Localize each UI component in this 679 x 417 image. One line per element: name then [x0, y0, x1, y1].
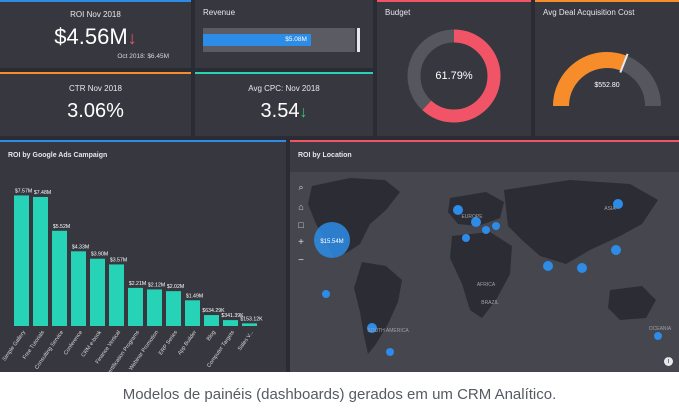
- campaign-bar[interactable]: [71, 251, 86, 326]
- campaign-bar-value-label: $4.33M: [72, 244, 89, 250]
- campaign-bar-value-label: $153.12K: [240, 316, 263, 322]
- location-bubble: [322, 290, 330, 298]
- crop-icon[interactable]: □: [294, 218, 308, 232]
- campaign-bar-value-label: $2.02M: [167, 284, 184, 290]
- ctr-tile[interactable]: CTR Nov 2018 3.06%: [0, 72, 191, 136]
- campaign-bar[interactable]: [33, 196, 48, 326]
- campaign-bar-value-label: $3.57M: [110, 257, 127, 263]
- campaign-bar-value-label: $1.49M: [186, 293, 203, 299]
- campaign-category-label: Sales V...: [237, 329, 255, 352]
- revenue-target-marker: [357, 28, 360, 52]
- location-bubble: [492, 222, 500, 230]
- campaign-bar[interactable]: [128, 287, 143, 326]
- campaign-bar-value-label: $7.48M: [34, 190, 51, 196]
- image-caption: Modelos de painéis (dashboards) gerados …: [122, 386, 557, 403]
- ctr-accent: [0, 72, 191, 74]
- campaign-bar-value-label: $5.52M: [53, 224, 70, 230]
- location-bubble: [611, 245, 621, 255]
- map-label-oceania: OCEANIA: [649, 326, 672, 332]
- map-label-brazil: BRAZIL: [481, 300, 499, 306]
- arrow-down-icon: ↓: [299, 104, 308, 121]
- roi-value: $4.56M: [54, 24, 128, 49]
- location-bubble: [386, 348, 394, 356]
- location-bubble-label: $15.54M: [320, 239, 343, 245]
- ctr-value: 3.06%: [67, 100, 124, 122]
- location-bubble: [462, 234, 470, 242]
- roi-title: ROI Nov 2018: [70, 10, 121, 19]
- revenue-bar-label: $5.08M: [285, 36, 307, 43]
- map-label-africa: AFRICA: [477, 282, 496, 288]
- revenue-tile[interactable]: Revenue $5.08M: [195, 0, 373, 68]
- cpc-value: 3.54: [260, 100, 300, 122]
- campaign-chart-tile[interactable]: ROI by Google Ads Campaign $7.57M Simple …: [0, 140, 286, 372]
- deal-cost-gauge: [553, 51, 661, 107]
- revenue-bar-track: $5.08M: [203, 28, 355, 52]
- campaign-bar[interactable]: [52, 230, 67, 326]
- location-bubble: [654, 332, 662, 340]
- location-bubble: [482, 226, 490, 234]
- campaign-bar[interactable]: [147, 289, 162, 326]
- campaign-bar[interactable]: [166, 291, 181, 326]
- location-bubble: [543, 261, 553, 271]
- info-icon[interactable]: i: [664, 357, 673, 366]
- campaign-bar-value-label: $3.90M: [91, 252, 108, 258]
- cpc-accent: [195, 72, 373, 74]
- world-map[interactable]: $15.54M EUROPE ASIA AFRICA BRAZIL SOUTH …: [290, 140, 679, 372]
- campaign-bar-value-label: $7.57M: [15, 188, 32, 194]
- roi-subtext: Oct 2018: $6.45M: [117, 53, 169, 60]
- budget-donut: [407, 29, 501, 123]
- location-map-tile[interactable]: ROI by Location $15.54M EUROPE ASIA AFRI…: [290, 140, 679, 372]
- deal-cost-value: $552.80: [594, 82, 620, 89]
- campaign-bar[interactable]: [109, 264, 124, 326]
- budget-tile[interactable]: Budget 61.79%: [377, 0, 531, 136]
- campaign-bar[interactable]: [204, 315, 219, 326]
- cpc-tile[interactable]: Avg CPC: Nov 2018 3.54↓: [195, 72, 373, 136]
- map-label-asia: ASIA: [604, 206, 616, 212]
- search-icon[interactable]: ⌕: [294, 180, 308, 194]
- campaign-bar[interactable]: [90, 258, 105, 326]
- campaign-bar[interactable]: [242, 323, 257, 326]
- campaign-bar[interactable]: [185, 300, 200, 326]
- ctr-title: CTR Nov 2018: [69, 84, 122, 93]
- deal-cost-tile[interactable]: Avg Deal Acquisition Cost $552.80: [535, 0, 679, 136]
- revenue-bar-fill: $5.08M: [203, 34, 311, 46]
- roi-tile[interactable]: ROI Nov 2018 $4.56M↓ Oct 2018: $6.45M: [0, 0, 191, 68]
- campaign-bar[interactable]: [223, 320, 238, 326]
- campaign-category-label: Conference: [63, 330, 84, 357]
- map-label-south-america: SOUTH AMERICA: [367, 328, 409, 334]
- campaign-bar[interactable]: [14, 195, 29, 326]
- campaign-bar-value-label: $2.21M: [129, 281, 146, 287]
- campaign-category-label: Blog: [206, 330, 217, 342]
- campaign-bar-chart: $7.57MSimple Gallery$7.48MFree Tutorials…: [2, 188, 263, 372]
- arrow-down-icon: ↓: [127, 28, 137, 48]
- location-bubble: [577, 263, 587, 273]
- budget-value: 61.79%: [435, 70, 473, 82]
- cpc-title: Avg CPC: Nov 2018: [248, 84, 320, 93]
- revenue-title: Revenue: [203, 8, 236, 17]
- map-toolbar: ⌕ ⌂ □ + −: [294, 180, 308, 268]
- dashboard: ROI Nov 2018 $4.56M↓ Oct 2018: $6.45M Re…: [0, 0, 679, 372]
- map-label-europe: EUROPE: [461, 214, 483, 220]
- zoom-in-icon[interactable]: +: [294, 236, 308, 250]
- zoom-out-icon[interactable]: −: [294, 254, 308, 268]
- home-icon[interactable]: ⌂: [294, 200, 308, 214]
- campaign-category-label: ERP Series: [158, 330, 179, 357]
- roi-accent: [0, 0, 191, 2]
- campaign-bar-value-label: $2.12M: [148, 282, 165, 288]
- campaign-category-label: App Builder: [177, 330, 198, 357]
